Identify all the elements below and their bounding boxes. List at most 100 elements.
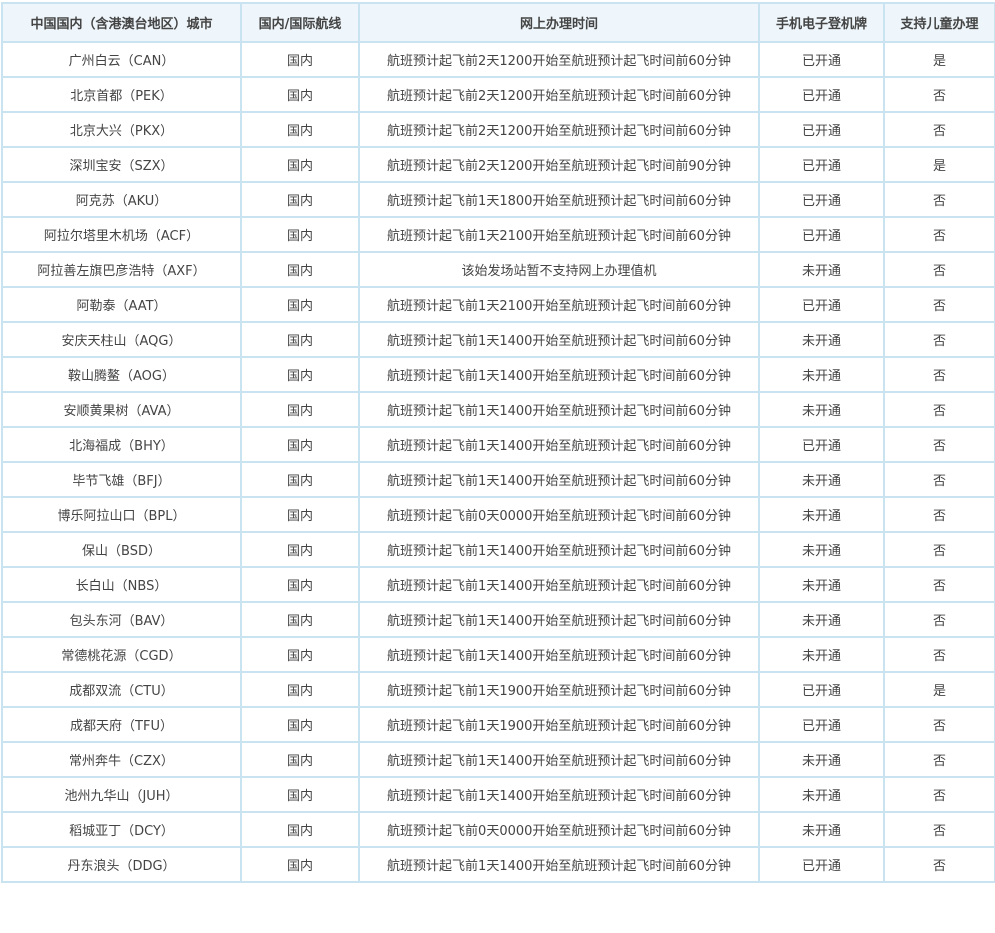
cell-route-type: 国内 <box>240 846 360 883</box>
header-online-checkin-time: 网上办理时间 <box>358 2 760 43</box>
cell-child-support: 否 <box>883 461 995 498</box>
cell-checkin-time: 航班预计起飞前1天1900开始至航班预计起飞时间前60分钟 <box>358 671 760 708</box>
checkin-table-container: 中国国内（含港澳台地区）城市 国内/国际航线 网上办理时间 手机电子登机牌 支持… <box>0 0 995 933</box>
cell-route-type: 国内 <box>240 741 360 778</box>
table-row: 常德桃花源（CGD） 国内 航班预计起飞前1天1400开始至航班预计起飞时间前60分… <box>1 636 995 673</box>
cell-child-support: 否 <box>883 356 995 393</box>
cell-checkin-time: 航班预计起飞前1天1400开始至航班预计起飞时间前60分钟 <box>358 741 760 778</box>
cell-route-type: 国内 <box>240 496 360 533</box>
cell-boarding-pass: 未开通 <box>758 356 885 393</box>
table-row: 安庆天柱山（AQG） 国内 航班预计起飞前1天1400开始至航班预计起飞时间前60分… <box>1 321 995 358</box>
table-row: 博乐阿拉山口（BPL） 国内 航班预计起飞前0天0000开始至航班预计起飞时间前60… <box>1 496 995 533</box>
table-row: 北京大兴（PKX） 国内 航班预计起飞前2天1200开始至航班预计起飞时间前60分钟… <box>1 111 995 148</box>
cell-checkin-time: 航班预计起飞前1天1400开始至航班预计起飞时间前60分钟 <box>358 426 760 463</box>
cell-route-type: 国内 <box>240 671 360 708</box>
cell-city: 北海福成（BHY） <box>1 426 242 463</box>
cell-route-type: 国内 <box>240 251 360 288</box>
cell-child-support: 否 <box>883 776 995 813</box>
cell-city: 阿拉尔塔里木机场（ACF） <box>1 216 242 253</box>
cell-checkin-time: 航班预计起飞前2天1200开始至航班预计起飞时间前90分钟 <box>358 146 760 183</box>
table-row: 阿勒泰（AAT） 国内 航班预计起飞前1天2100开始至航班预计起飞时间前60分钟已… <box>1 286 995 323</box>
cell-boarding-pass: 未开通 <box>758 776 885 813</box>
table-body: 广州白云（CAN） 国内 航班预计起飞前2天1200开始至航班预计起飞时间前60分钟… <box>1 41 995 883</box>
cell-route-type: 国内 <box>240 286 360 323</box>
cell-child-support: 否 <box>883 636 995 673</box>
cell-boarding-pass: 已开通 <box>758 846 885 883</box>
cell-city: 保山（BSD） <box>1 531 242 568</box>
cell-boarding-pass: 未开通 <box>758 531 885 568</box>
cell-boarding-pass: 未开通 <box>758 251 885 288</box>
cell-child-support: 否 <box>883 391 995 428</box>
cell-checkin-time: 航班预计起飞前1天1900开始至航班预计起飞时间前60分钟 <box>358 706 760 743</box>
table-row: 鞍山腾鳌（AOG） 国内 航班预计起飞前1天1400开始至航班预计起飞时间前60分钟… <box>1 356 995 393</box>
cell-child-support: 否 <box>883 181 995 218</box>
cell-city: 成都天府（TFU） <box>1 706 242 743</box>
cell-city: 常州奔牛（CZX） <box>1 741 242 778</box>
cell-checkin-time: 航班预计起飞前2天1200开始至航班预计起飞时间前60分钟 <box>358 76 760 113</box>
cell-city: 成都双流（CTU） <box>1 671 242 708</box>
cell-city: 毕节飞雄（BFJ） <box>1 461 242 498</box>
cell-city: 包头东河（BAV） <box>1 601 242 638</box>
table-row: 北京首都（PEK） 国内 航班预计起飞前2天1200开始至航班预计起飞时间前60分钟… <box>1 76 995 113</box>
table-row: 保山（BSD） 国内 航班预计起飞前1天1400开始至航班预计起飞时间前60分钟 未开… <box>1 531 995 568</box>
cell-route-type: 国内 <box>240 76 360 113</box>
header-child-support: 支持儿童办理 <box>883 2 995 43</box>
table-row: 池州九华山（JUH） 国内 航班预计起飞前1天1400开始至航班预计起飞时间前60分… <box>1 776 995 813</box>
cell-child-support: 是 <box>883 41 995 78</box>
cell-city: 鞍山腾鳌（AOG） <box>1 356 242 393</box>
cell-route-type: 国内 <box>240 111 360 148</box>
table-header: 中国国内（含港澳台地区）城市 国内/国际航线 网上办理时间 手机电子登机牌 支持… <box>1 2 995 43</box>
cell-boarding-pass: 已开通 <box>758 426 885 463</box>
cell-boarding-pass: 已开通 <box>758 146 885 183</box>
table-row: 成都天府（TFU） 国内 航班预计起飞前1天1900开始至航班预计起飞时间前60分钟… <box>1 706 995 743</box>
table-row: 安顺黄果树（AVA） 国内 航班预计起飞前1天1400开始至航班预计起飞时间前60分… <box>1 391 995 428</box>
header-city: 中国国内（含港澳台地区）城市 <box>1 2 242 43</box>
table-row: 阿克苏（AKU） 国内 航班预计起飞前1天1800开始至航班预计起飞时间前60分钟已… <box>1 181 995 218</box>
table-row: 稻城亚丁（DCY） 国内 航班预计起飞前0天0000开始至航班预计起飞时间前60分钟… <box>1 811 995 848</box>
cell-checkin-time: 航班预计起飞前1天1400开始至航班预计起飞时间前60分钟 <box>358 776 760 813</box>
table-row: 包头东河（BAV） 国内 航班预计起飞前1天1400开始至航班预计起飞时间前60分钟… <box>1 601 995 638</box>
cell-route-type: 国内 <box>240 776 360 813</box>
cell-route-type: 国内 <box>240 461 360 498</box>
cell-boarding-pass: 未开通 <box>758 741 885 778</box>
cell-boarding-pass: 已开通 <box>758 286 885 323</box>
cell-boarding-pass: 未开通 <box>758 811 885 848</box>
cell-route-type: 国内 <box>240 356 360 393</box>
cell-boarding-pass: 已开通 <box>758 76 885 113</box>
cell-child-support: 否 <box>883 321 995 358</box>
cell-child-support: 否 <box>883 566 995 603</box>
cell-checkin-time: 航班预计起飞前1天2100开始至航班预计起飞时间前60分钟 <box>358 216 760 253</box>
cell-route-type: 国内 <box>240 216 360 253</box>
table-row: 常州奔牛（CZX） 国内 航班预计起飞前1天1400开始至航班预计起飞时间前60分钟… <box>1 741 995 778</box>
cell-city: 北京首都（PEK） <box>1 76 242 113</box>
cell-child-support: 否 <box>883 111 995 148</box>
cell-checkin-time: 航班预计起飞前2天1200开始至航班预计起飞时间前60分钟 <box>358 41 760 78</box>
cell-child-support: 否 <box>883 846 995 883</box>
cell-child-support: 否 <box>883 216 995 253</box>
header-row: 中国国内（含港澳台地区）城市 国内/国际航线 网上办理时间 手机电子登机牌 支持… <box>1 2 995 43</box>
cell-child-support: 否 <box>883 251 995 288</box>
cell-route-type: 国内 <box>240 391 360 428</box>
cell-boarding-pass: 未开通 <box>758 636 885 673</box>
cell-boarding-pass: 已开通 <box>758 181 885 218</box>
cell-child-support: 否 <box>883 811 995 848</box>
header-route-type: 国内/国际航线 <box>240 2 360 43</box>
cell-checkin-time: 航班预计起飞前1天1400开始至航班预计起飞时间前60分钟 <box>358 391 760 428</box>
cell-city: 池州九华山（JUH） <box>1 776 242 813</box>
cell-checkin-time: 该始发场站暂不支持网上办理值机 <box>358 251 760 288</box>
cell-checkin-time: 航班预计起飞前0天0000开始至航班预计起飞时间前60分钟 <box>358 811 760 848</box>
table-row: 北海福成（BHY） 国内 航班预计起飞前1天1400开始至航班预计起飞时间前60分钟… <box>1 426 995 463</box>
cell-route-type: 国内 <box>240 41 360 78</box>
cell-checkin-time: 航班预计起飞前1天1400开始至航班预计起飞时间前60分钟 <box>358 531 760 568</box>
cell-city: 安顺黄果树（AVA） <box>1 391 242 428</box>
cell-boarding-pass: 未开通 <box>758 321 885 358</box>
cell-city: 稻城亚丁（DCY） <box>1 811 242 848</box>
table-row: 阿拉尔塔里木机场（ACF） 国内 航班预计起飞前1天2100开始至航班预计起飞时间前… <box>1 216 995 253</box>
cell-city: 阿克苏（AKU） <box>1 181 242 218</box>
header-mobile-boarding-pass: 手机电子登机牌 <box>758 2 885 43</box>
cell-boarding-pass: 已开通 <box>758 111 885 148</box>
cell-route-type: 国内 <box>240 636 360 673</box>
cell-city: 北京大兴（PKX） <box>1 111 242 148</box>
table-row: 长白山（NBS） 国内 航班预计起飞前1天1400开始至航班预计起飞时间前60分钟未… <box>1 566 995 603</box>
cell-checkin-time: 航班预计起飞前1天1400开始至航班预计起飞时间前60分钟 <box>358 601 760 638</box>
